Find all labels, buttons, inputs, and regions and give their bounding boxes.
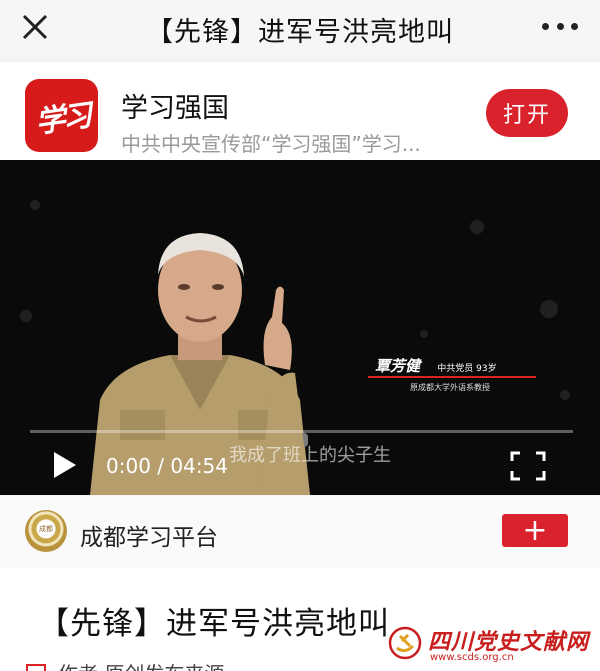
source-name[interactable]: 成都学习平台 xyxy=(80,518,218,552)
video-player[interactable]: 覃芳健 中共党员 93岁 原成都大学外语系教授 我成了班上的尖子生 0:00 /… xyxy=(0,160,600,495)
app-logo-text: 学习 xyxy=(32,97,92,141)
app-name: 学习强国 xyxy=(121,93,229,124)
close-icon[interactable] xyxy=(18,10,52,44)
article-title: 【先锋】进军号洪亮地叫 xyxy=(38,606,390,642)
follow-button[interactable]: + xyxy=(502,514,568,547)
caption-speaker-name: 覃芳健 中共党员 93岁 xyxy=(375,355,497,376)
fullscreen-icon[interactable] xyxy=(510,451,546,481)
bokeh-dot xyxy=(560,390,570,400)
caption-name-text: 覃芳健 xyxy=(375,357,421,375)
more-options-icon[interactable] xyxy=(542,16,578,36)
source-avatar: 成都 xyxy=(25,510,67,552)
play-icon[interactable] xyxy=(52,450,78,480)
bokeh-dot xyxy=(420,330,428,338)
app-promo-banner: 学习 学习强国 中共中央宣传部“学习强国”学习... 打开 xyxy=(0,62,600,160)
article-meta: 作者 原创发布来源 xyxy=(58,658,224,671)
video-progress-bar[interactable] xyxy=(30,430,573,433)
site-watermark: 四川党史文献网 www.scds.org.cn xyxy=(388,622,594,668)
page-title: 【先锋】进军号洪亮地叫 xyxy=(146,16,454,48)
author-icon xyxy=(26,664,46,671)
source-account-bar: 成都 成都学习平台 + xyxy=(0,496,600,568)
bokeh-dot xyxy=(30,200,40,210)
caption-underline xyxy=(368,376,536,378)
caption-speaker-title: 中共党员 93岁 xyxy=(437,364,497,374)
top-navigation-bar: 【先锋】进军号洪亮地叫 xyxy=(0,0,600,58)
bokeh-dot xyxy=(20,310,32,322)
watermark-url: www.scds.org.cn xyxy=(430,652,514,663)
party-emblem-icon xyxy=(388,626,422,660)
source-avatar-text: 成都 xyxy=(39,525,53,533)
bokeh-dot xyxy=(470,220,484,234)
caption-speaker-subtitle: 原成都大学外语系教授 xyxy=(410,383,490,392)
bokeh-dot xyxy=(540,300,558,318)
app-description: 中共中央宣传部“学习强国”学习... xyxy=(121,132,421,156)
app-logo: 学习 xyxy=(25,79,98,152)
video-time-display: 0:00 / 04:54 xyxy=(106,454,229,478)
open-app-button[interactable]: 打开 xyxy=(486,89,568,137)
